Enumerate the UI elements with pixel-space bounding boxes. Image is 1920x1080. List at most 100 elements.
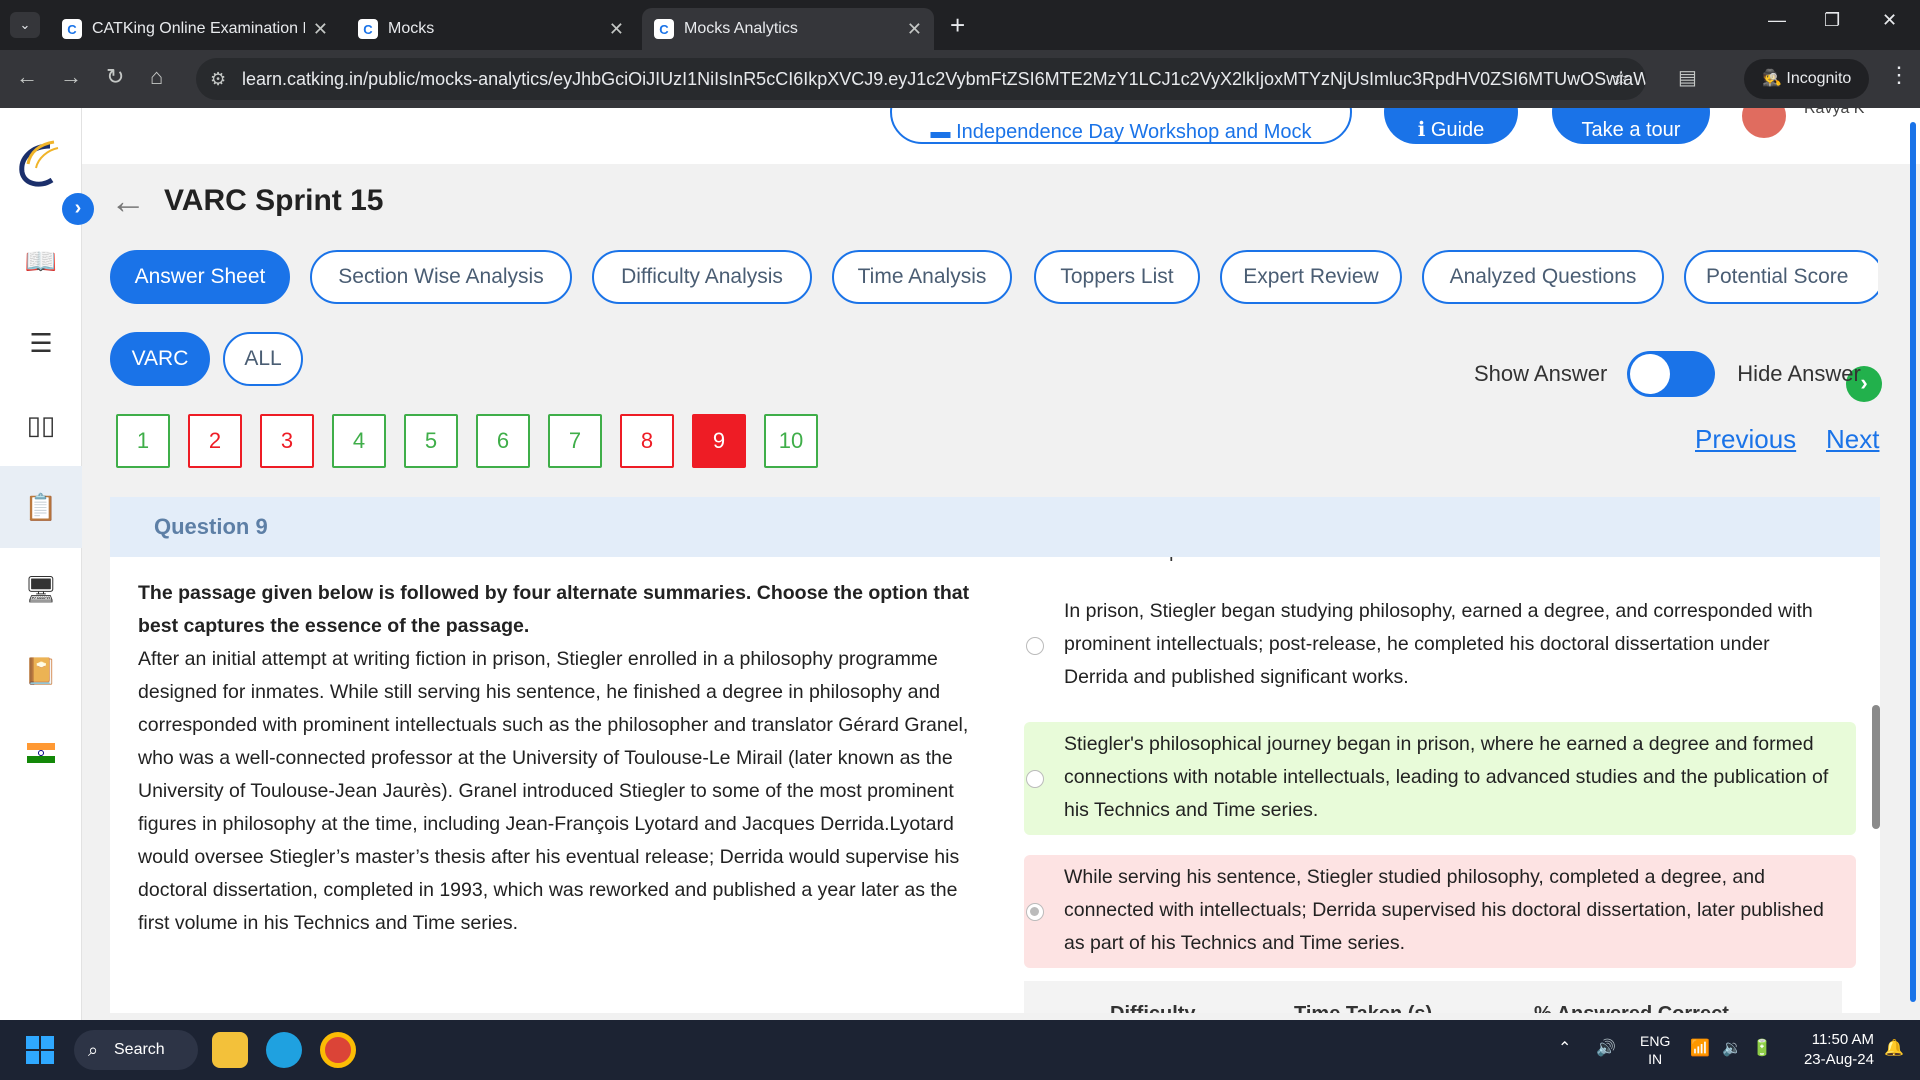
show-hidden-icons-icon[interactable]: ⌃ [1558,1038,1571,1058]
question-number-button[interactable]: 2 [188,414,242,468]
bookmark-star-icon[interactable]: ☆ [1612,58,1630,100]
filter-varc[interactable]: VARC [110,332,210,386]
guide-button[interactable]: ℹ Guide [1384,108,1518,144]
tab-section-wise-analysis[interactable]: Section Wise Analysis [310,250,572,304]
tab-expert-review[interactable]: Expert Review [1220,250,1402,304]
radio-button[interactable] [1026,636,1044,655]
close-window-icon[interactable]: ✕ [1882,10,1897,31]
tab-search-chevron-icon[interactable]: ⌄ [10,12,40,38]
question-number-button[interactable]: 7 [548,414,602,468]
question-number-button[interactable]: 8 [620,414,674,468]
radio-button-selected[interactable] [1026,902,1044,921]
answer-toggle-switch[interactable] [1627,351,1716,397]
option-text: While serving his sentence, Stiegler stu… [1064,866,1824,954]
india-flag-icon: ▬ [930,121,951,143]
language-indicator[interactable]: ENG IN [1640,1032,1670,1068]
close-tab-icon[interactable]: ✕ [313,19,328,40]
question-number-button[interactable]: 10 [764,414,818,468]
back-arrow-icon[interactable]: ← [110,180,146,222]
page-scrollbar[interactable] [1910,122,1916,1002]
taskbar-search[interactable]: ⌕ Search [74,1030,198,1070]
sidebar-item-list[interactable]: ☰ [0,302,82,384]
radio-button[interactable] [1026,769,1044,788]
browser-menu-icon[interactable]: ⋮ [1888,62,1910,88]
columns-icon: ▯▯ [26,409,56,440]
toggle-knob [1630,354,1671,394]
volume-icon[interactable]: 🔉 [1722,1038,1742,1058]
sidebar-item-ebook[interactable]: 📔 [0,630,82,712]
avatar[interactable] [1742,108,1786,138]
scrollbar-thumb[interactable] [1872,705,1880,829]
question-number-button[interactable]: 4 [332,414,386,468]
question-number-button[interactable]: 6 [476,414,530,468]
option-text: In prison, Stiegler began studying philo… [1064,600,1813,688]
next-link[interactable]: Next [1826,424,1879,455]
tab-time-analysis[interactable]: Time Analysis [832,250,1012,304]
address-bar[interactable]: ⚙ learn.catking.in/public/mocks-analytic… [196,58,1646,100]
sidebar-item-live-classes[interactable]: 🖥 [0,548,82,630]
tab-title: Mocks Analytics [684,20,798,37]
filter-all[interactable]: ALL [223,332,303,386]
question-number-button[interactable]: 1 [116,414,170,468]
question-number-button-current[interactable]: 9 [692,414,746,468]
tab-answer-sheet[interactable]: Answer Sheet [110,250,290,304]
question-number-button[interactable]: 5 [404,414,458,468]
tab-title: Mocks [388,20,435,37]
close-tab-icon[interactable]: ✕ [907,19,922,40]
new-tab-icon[interactable]: + [950,10,965,41]
options-scrollbar[interactable] [1872,557,1880,1013]
browser-tab[interactable]: C Mocks ✕ [346,8,636,50]
sidebar-expand-button[interactable]: › [62,193,94,225]
wifi-icon[interactable]: 📶 [1690,1038,1710,1058]
difficulty-header: Difficulty [1110,1003,1196,1013]
question-header: Question 9 [110,497,1880,557]
reload-icon[interactable]: ↻ [106,64,124,90]
browser-tab-active[interactable]: C Mocks Analytics ✕ [642,8,934,50]
url-text: learn.catking.in/public/mocks-analytics/… [242,69,1646,89]
site-info-icon[interactable]: ⚙ [210,58,226,100]
windows-start-icon[interactable] [26,1036,54,1064]
passage-text: After an initial attempt at writing fict… [138,648,969,934]
option-item-selected-wrong[interactable]: While serving his sentence, Stiegler stu… [1024,855,1856,968]
analysis-tabs: Answer Sheet Section Wise Analysis Diffi… [110,250,1878,306]
chrome-browser-icon[interactable] [320,1032,356,1068]
home-icon[interactable]: ⌂ [150,64,163,90]
system-clock[interactable]: 11:50 AM 23-Aug-24 [1790,1030,1874,1070]
option-partial-text: studies and publications. [1024,557,1856,569]
take-tour-button[interactable]: Take a tour [1552,108,1710,144]
sidebar-item-columns[interactable]: ▯▯ [0,384,82,466]
browser-tab[interactable]: C CATKing Online Examination Pl ✕ [50,8,340,50]
speaker-icon[interactable]: 🔊 [1596,1038,1616,1058]
edge-browser-icon[interactable] [266,1032,302,1068]
restore-icon[interactable]: ❐ [1824,10,1840,31]
tab-analyzed-questions[interactable]: Analyzed Questions [1422,250,1664,304]
incognito-icon: 🕵 [1762,70,1782,87]
search-label: Search [114,1041,165,1058]
question-number-button[interactable]: 3 [260,414,314,468]
browser-tab-strip: ⌄ C CATKing Online Examination Pl ✕ C Mo… [0,0,1920,50]
incognito-badge[interactable]: 🕵 Incognito [1744,59,1870,99]
search-icon: ⌕ [88,1040,99,1060]
tab-difficulty-analysis[interactable]: Difficulty Analysis [592,250,812,304]
back-icon[interactable]: ← [16,64,38,90]
notifications-icon[interactable]: 🔔 [1884,1038,1904,1058]
workshop-button[interactable]: ▬ Independence Day Workshop and Mock [890,108,1352,144]
user-name[interactable]: Ravya K [1804,108,1864,118]
file-explorer-icon[interactable] [212,1032,248,1068]
tab-toppers-list[interactable]: Toppers List [1034,250,1200,304]
time-taken-header: Time Taken (s) [1294,1003,1432,1013]
forward-icon[interactable]: → [60,64,82,90]
minimize-icon[interactable]: — [1768,10,1786,31]
sidebar-item-courses[interactable]: 📖 [0,220,82,302]
reading-list-icon[interactable]: ▤ [1678,65,1697,90]
previous-link[interactable]: Previous [1695,424,1796,455]
option-item-correct[interactable]: Stiegler's philosophical journey began i… [1024,722,1856,835]
battery-icon[interactable]: 🔋 [1752,1038,1772,1058]
sidebar-item-india[interactable] [0,712,82,794]
option-item[interactable]: In prison, Stiegler began studying philo… [1024,589,1856,702]
close-tab-icon[interactable]: ✕ [609,19,624,40]
tab-potential-score[interactable]: Potential Score [1684,250,1878,304]
sidebar-item-tests[interactable]: 📋 [0,466,82,548]
option-text: Stiegler's philosophical journey began i… [1064,733,1829,821]
question-title: Question 9 [154,514,268,539]
